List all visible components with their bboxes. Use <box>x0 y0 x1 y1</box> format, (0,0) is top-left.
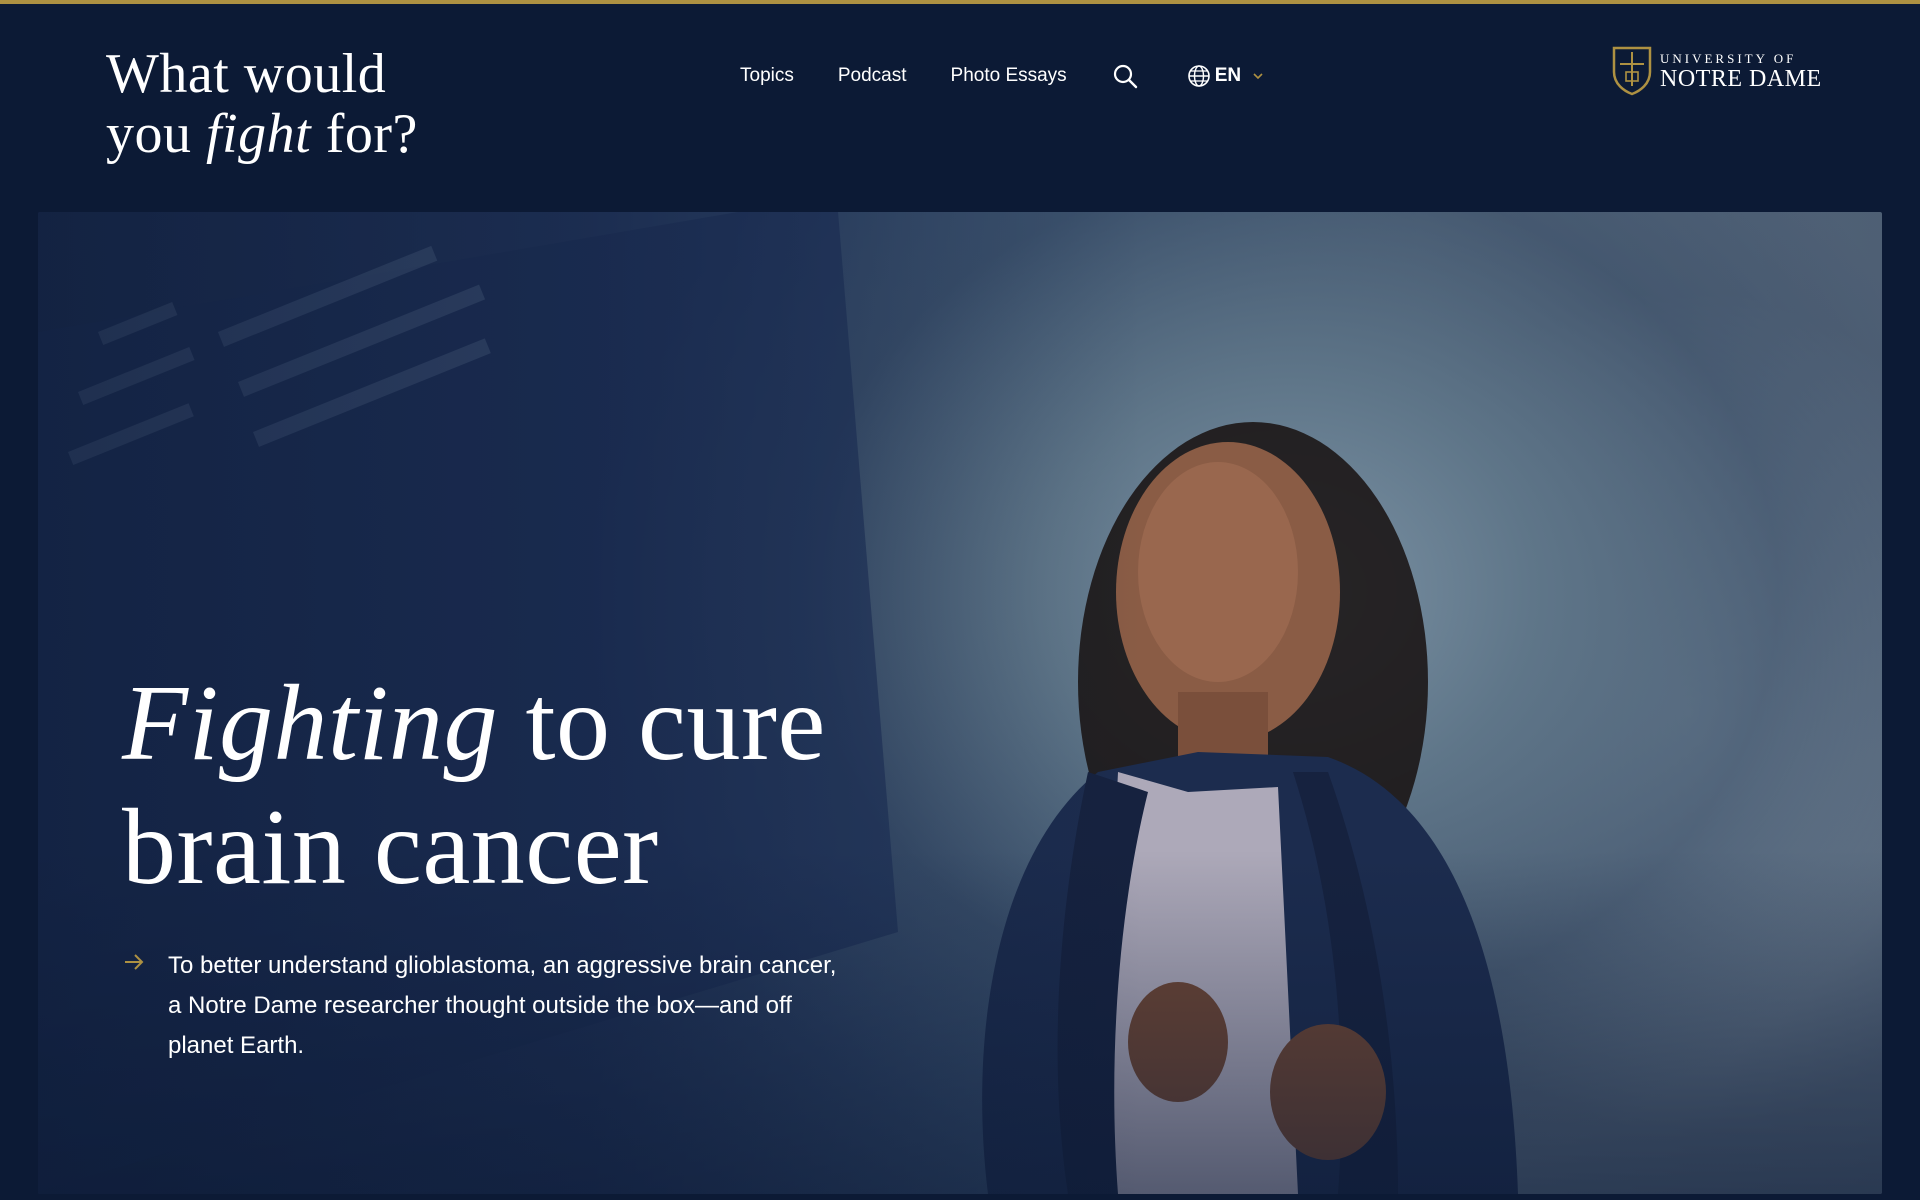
headline-rest: to cure <box>498 664 826 783</box>
site-header: What would you fight for? Topics Podcast… <box>0 4 1920 210</box>
search-icon <box>1113 64 1137 89</box>
site-brand-link[interactable]: What would you fight for? <box>106 44 418 164</box>
hero-dek: To better understand glioblastoma, an ag… <box>122 946 842 1066</box>
hero-section[interactable]: Fighting to cure brain cancer To better … <box>38 212 1882 1194</box>
logo-wordmark: UNIVERSITY OF NOTRE DAME <box>1660 52 1822 91</box>
search-button[interactable] <box>1111 62 1139 90</box>
brand-line-1: What would <box>106 43 387 105</box>
brand-line-2: you fight for? <box>106 104 418 164</box>
hero-dek-text: To better understand glioblastoma, an ag… <box>168 952 837 1059</box>
brand-text-fight: fight <box>206 103 312 165</box>
arrow-right-icon <box>125 954 144 970</box>
headline-line-2: brain cancer <box>122 788 659 907</box>
brand-text-you: you <box>106 103 206 165</box>
logo-line-1: UNIVERSITY OF <box>1660 50 1797 66</box>
nav-photo-essays[interactable]: Photo Essays <box>951 65 1067 87</box>
nav-topics[interactable]: Topics <box>740 65 794 87</box>
logo-line-2: NOTRE DAME <box>1660 65 1822 92</box>
brand-text-for: for? <box>311 103 418 165</box>
main-nav: Topics Podcast Photo Essays EN <box>740 56 1265 96</box>
chevron-down-icon <box>1253 73 1263 80</box>
language-selector[interactable]: EN <box>1187 64 1265 88</box>
notre-dame-logo[interactable]: UNIVERSITY OF NOTRE DAME <box>1612 46 1822 96</box>
language-label: EN <box>1214 65 1242 86</box>
globe-icon <box>1187 65 1210 87</box>
shield-icon <box>1612 46 1652 96</box>
nav-podcast[interactable]: Podcast <box>838 65 907 87</box>
headline-line-1: Fighting to cure <box>122 662 826 786</box>
headline-em: Fighting <box>122 664 498 783</box>
hero-headline: Fighting to cure brain cancer <box>122 662 826 910</box>
